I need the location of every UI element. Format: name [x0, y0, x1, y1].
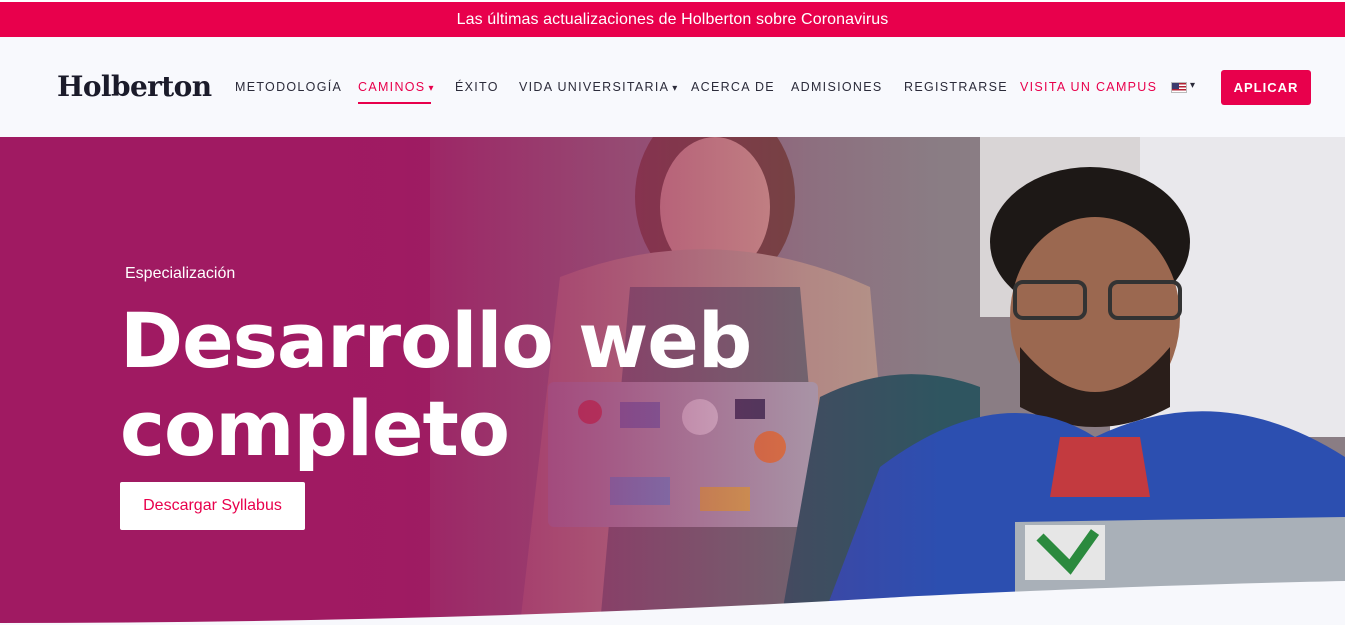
download-syllabus-button[interactable]: Descargar Syllabus — [120, 482, 305, 530]
hero-eyebrow: Especialización — [125, 265, 236, 282]
nav-registrarse[interactable]: REGISTRARSE — [904, 80, 1008, 94]
us-flag-icon[interactable] — [1171, 82, 1187, 93]
active-nav-underline — [358, 102, 431, 104]
hero-bottom-wave — [0, 581, 1345, 625]
apply-button[interactable]: APLICAR — [1221, 70, 1311, 105]
chevron-down-icon: ▾ — [672, 83, 679, 94]
chevron-down-icon: ▾ — [428, 83, 435, 94]
nav-admisiones[interactable]: ADMISIONES — [791, 80, 883, 94]
hero-section: Especialización Desarrollo web completo … — [0, 137, 1345, 625]
announcement-text[interactable]: Las últimas actualizaciones de Holberton… — [457, 11, 889, 29]
main-nav: METODOLOGÍA CAMINOS ▾ ÉXITO VIDA UNIVERSI… — [0, 37, 1345, 137]
hero-title: Desarrollo web completo — [120, 296, 752, 473]
nav-acerca-de[interactable]: ACERCA DE — [691, 80, 775, 94]
announcement-banner[interactable]: Las últimas actualizaciones de Holberton… — [0, 2, 1345, 37]
nav-visita-un-campus[interactable]: VISITA UN CAMPUS — [1020, 80, 1157, 94]
nav-vida-universitaria[interactable]: VIDA UNIVERSITARIA ▾ — [519, 80, 679, 94]
nav-metodologia[interactable]: METODOLOGÍA — [235, 80, 342, 94]
chevron-down-icon[interactable]: ▾ — [1190, 80, 1195, 91]
nav-exito[interactable]: ÉXITO — [455, 80, 499, 94]
site-header: Holberton METODOLOGÍA CAMINOS ▾ ÉXITO VID… — [0, 37, 1345, 137]
nav-caminos[interactable]: CAMINOS ▾ — [358, 80, 435, 94]
